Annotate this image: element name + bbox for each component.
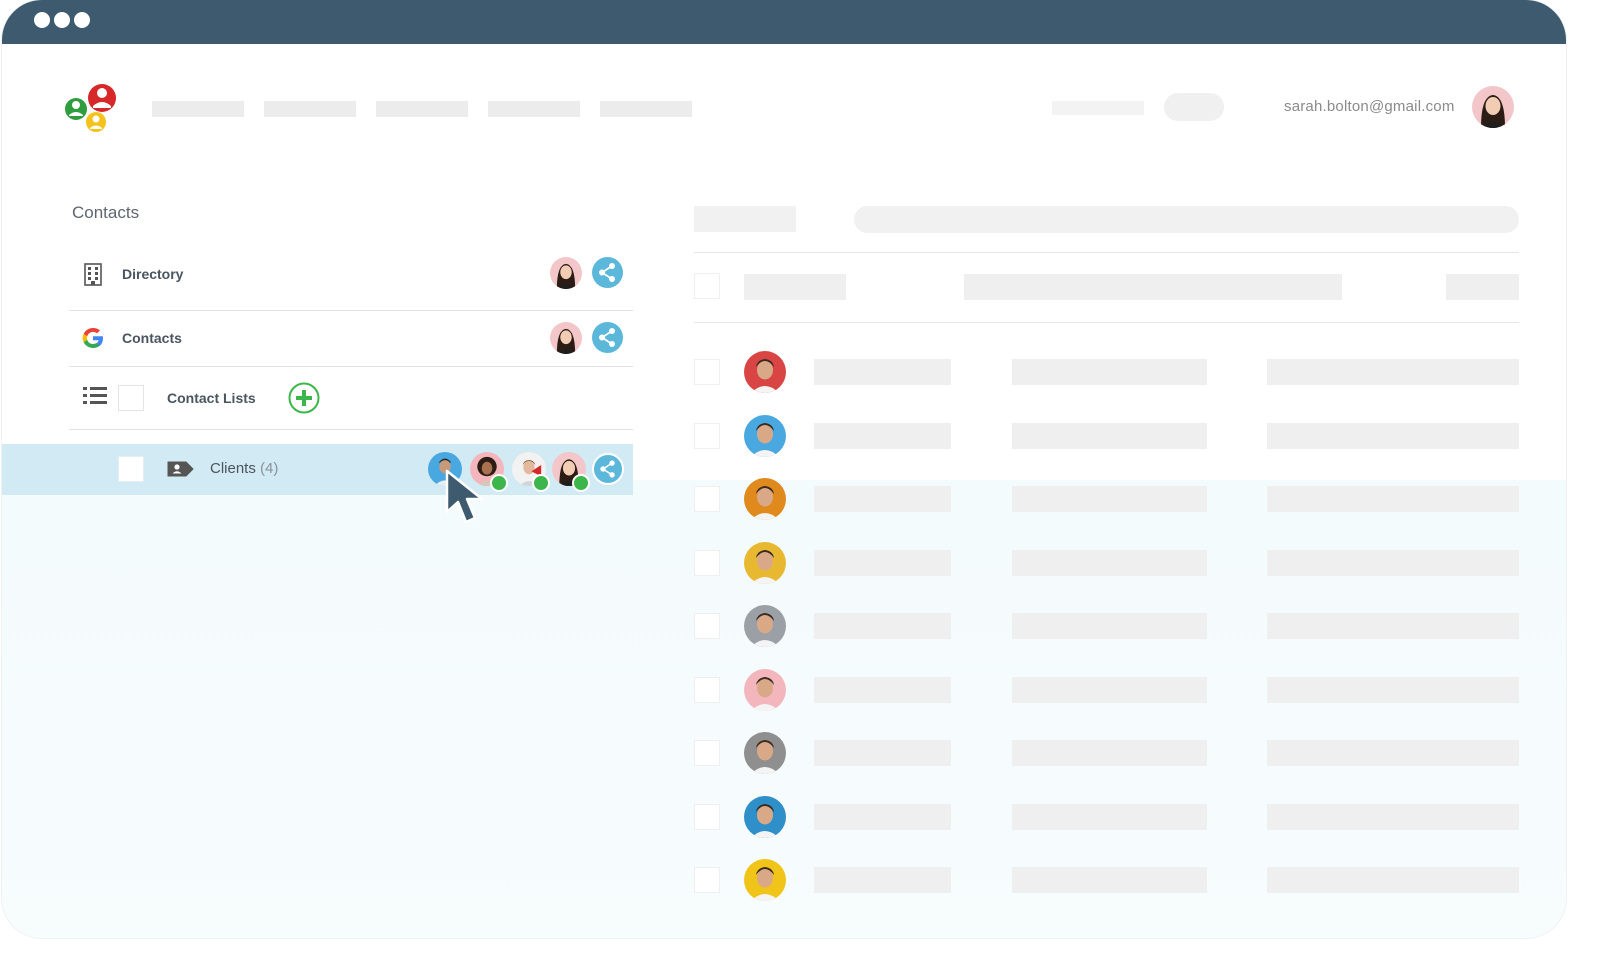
sidebar-item-label: Contacts <box>122 330 182 346</box>
cell-placeholder <box>814 486 951 512</box>
clients-label: Clients (4) <box>210 460 278 477</box>
clients-count: (4) <box>260 460 279 477</box>
cell-placeholder <box>814 867 951 893</box>
check-icon <box>572 474 590 492</box>
row-checkbox[interactable] <box>694 359 720 385</box>
app-window: sarah.bolton@gmail.com Contacts Director… <box>2 0 1566 938</box>
contact-avatar[interactable] <box>744 541 786 584</box>
divider <box>694 252 1519 253</box>
shared-user-avatar[interactable] <box>550 322 582 354</box>
building-icon <box>82 262 104 291</box>
cell-placeholder <box>814 613 951 639</box>
row-checkbox[interactable] <box>694 613 720 639</box>
cell-placeholder <box>1012 613 1207 639</box>
cell-placeholder <box>1267 676 1519 703</box>
nav-placeholder[interactable] <box>264 101 356 117</box>
cell-placeholder <box>814 803 951 830</box>
user-avatar[interactable] <box>1472 86 1514 128</box>
cell-placeholder <box>1267 803 1519 830</box>
window-dot-icon[interactable] <box>34 12 50 28</box>
shared-user-avatar[interactable] <box>550 257 582 289</box>
cell-placeholder <box>814 359 951 385</box>
cell-placeholder <box>1267 613 1519 639</box>
contact-lists-checkbox[interactable] <box>118 385 144 411</box>
sidebar-item-label: Contact Lists <box>167 390 256 406</box>
check-icon <box>532 474 550 492</box>
nav-placeholder[interactable] <box>488 101 580 117</box>
divider <box>69 310 633 311</box>
row-checkbox[interactable] <box>694 740 720 766</box>
contact-avatar[interactable] <box>744 351 786 393</box>
google-icon <box>81 326 105 355</box>
sidebar-item-clients[interactable]: Clients (4) <box>2 444 633 495</box>
cell-placeholder <box>1012 549 1207 576</box>
contact-avatar[interactable] <box>744 732 786 774</box>
cell-placeholder <box>1012 359 1207 385</box>
contact-avatar[interactable] <box>744 478 786 520</box>
contact-avatar[interactable] <box>744 859 786 901</box>
window-dot-icon[interactable] <box>74 12 90 28</box>
share-icon[interactable] <box>592 322 623 353</box>
row-checkbox[interactable] <box>694 422 720 449</box>
contact-avatar[interactable] <box>744 668 786 711</box>
cell-placeholder <box>1267 740 1519 766</box>
cell-placeholder <box>1012 676 1207 703</box>
app-logo[interactable] <box>62 82 122 136</box>
select-all-checkbox[interactable] <box>694 273 720 299</box>
contact-avatar[interactable] <box>744 795 786 838</box>
row-checkbox[interactable] <box>694 867 720 893</box>
divider <box>694 322 1519 323</box>
column-header-placeholder[interactable] <box>964 274 1342 300</box>
column-header-placeholder[interactable] <box>1446 274 1519 300</box>
header-placeholder <box>1052 101 1144 115</box>
divider <box>69 429 633 430</box>
row-checkbox[interactable] <box>694 549 720 576</box>
cell-placeholder <box>1012 740 1207 766</box>
cell-placeholder <box>814 422 951 449</box>
cell-placeholder <box>1012 486 1207 512</box>
header-pill-placeholder[interactable] <box>1164 93 1224 121</box>
share-icon[interactable] <box>592 257 623 288</box>
check-icon <box>490 474 508 492</box>
divider <box>69 366 633 367</box>
cell-placeholder <box>1267 486 1519 512</box>
contact-tag-icon <box>166 460 194 483</box>
share-icon[interactable] <box>592 453 624 485</box>
cell-placeholder <box>1267 549 1519 576</box>
sidebar-item-label: Directory <box>122 266 184 282</box>
add-list-button[interactable] <box>288 382 320 419</box>
nav-placeholder[interactable] <box>600 101 692 117</box>
cell-placeholder <box>1267 867 1519 893</box>
clients-name: Clients <box>210 460 256 477</box>
cell-placeholder <box>1012 867 1207 893</box>
search-bar-placeholder[interactable] <box>854 206 1519 233</box>
cell-placeholder <box>1267 422 1519 449</box>
nav-placeholder[interactable] <box>152 101 244 117</box>
list-icon <box>83 386 107 411</box>
mouse-cursor-icon <box>444 468 490 531</box>
row-checkbox[interactable] <box>694 803 720 830</box>
nav-placeholder[interactable] <box>376 101 468 117</box>
column-header-placeholder[interactable] <box>744 274 846 300</box>
contact-avatar[interactable] <box>744 414 786 457</box>
cell-placeholder <box>814 740 951 766</box>
sidebar-title: Contacts <box>72 203 140 222</box>
row-checkbox[interactable] <box>694 486 720 512</box>
cell-placeholder <box>1012 422 1207 449</box>
search-filter-placeholder[interactable] <box>694 206 796 232</box>
window-dot-icon[interactable] <box>54 12 70 28</box>
user-email: sarah.bolton@gmail.com <box>1284 98 1455 115</box>
cell-placeholder <box>1012 803 1207 830</box>
window-titlebar <box>2 0 1566 44</box>
cell-placeholder <box>814 549 951 576</box>
contact-avatar[interactable] <box>744 605 786 647</box>
clients-checkbox[interactable] <box>118 456 144 482</box>
cell-placeholder <box>814 676 951 703</box>
row-checkbox[interactable] <box>694 676 720 703</box>
cell-placeholder <box>1267 359 1519 385</box>
